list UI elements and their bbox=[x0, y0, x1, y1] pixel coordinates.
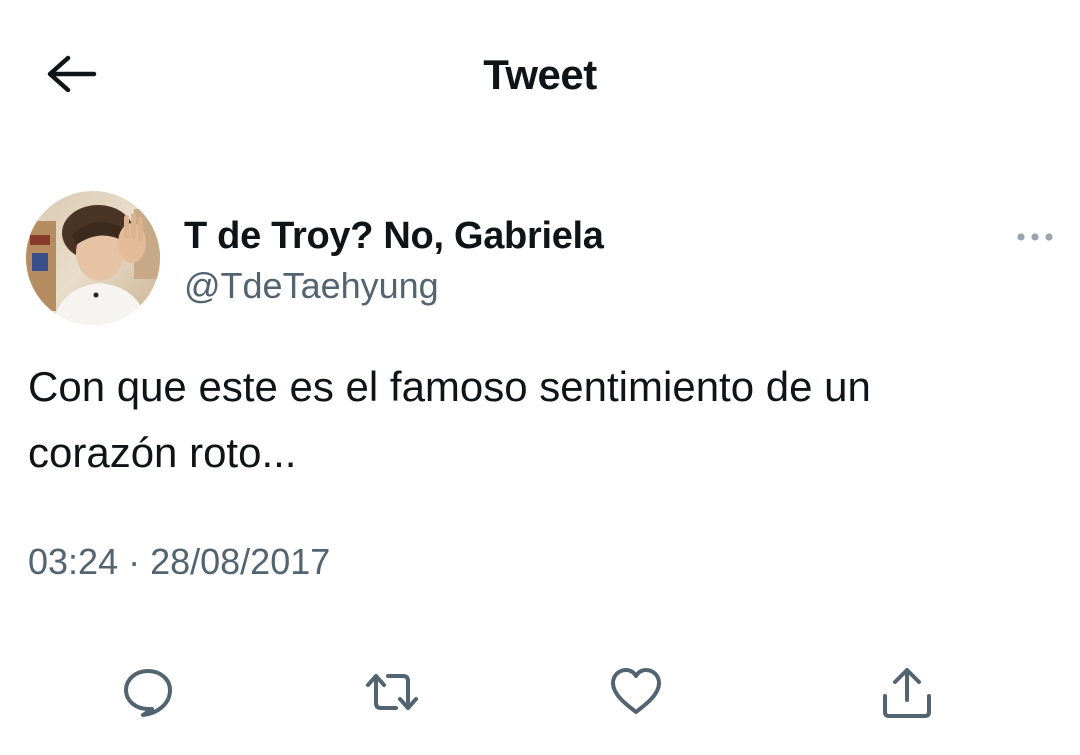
share-icon bbox=[883, 668, 931, 718]
page-title: Tweet bbox=[483, 51, 597, 98]
display-name[interactable]: T de Troy? No, Gabriela bbox=[184, 213, 604, 259]
user-handle[interactable]: @TdeTaehyung bbox=[184, 264, 439, 308]
tweet-text-line: Con que este es el famoso sentimiento de… bbox=[28, 363, 871, 410]
tweet-text-line: corazón roto... bbox=[28, 429, 297, 476]
retweet-button[interactable] bbox=[362, 662, 422, 722]
reply-button[interactable] bbox=[118, 662, 178, 722]
more-options-button[interactable] bbox=[1010, 222, 1060, 252]
tweet-timestamp[interactable]: 03:24 · 28/08/2017 bbox=[28, 540, 330, 584]
heart-icon bbox=[611, 668, 661, 714]
retweet-icon bbox=[366, 674, 418, 710]
profile-photo bbox=[26, 191, 160, 325]
avatar[interactable] bbox=[26, 191, 160, 325]
share-button[interactable] bbox=[877, 662, 937, 722]
more-horizontal-icon bbox=[1017, 233, 1053, 241]
reply-icon bbox=[124, 669, 172, 717]
tweet-text: Con que este es el famoso sentimiento de… bbox=[28, 354, 1058, 486]
like-button[interactable] bbox=[606, 662, 666, 722]
